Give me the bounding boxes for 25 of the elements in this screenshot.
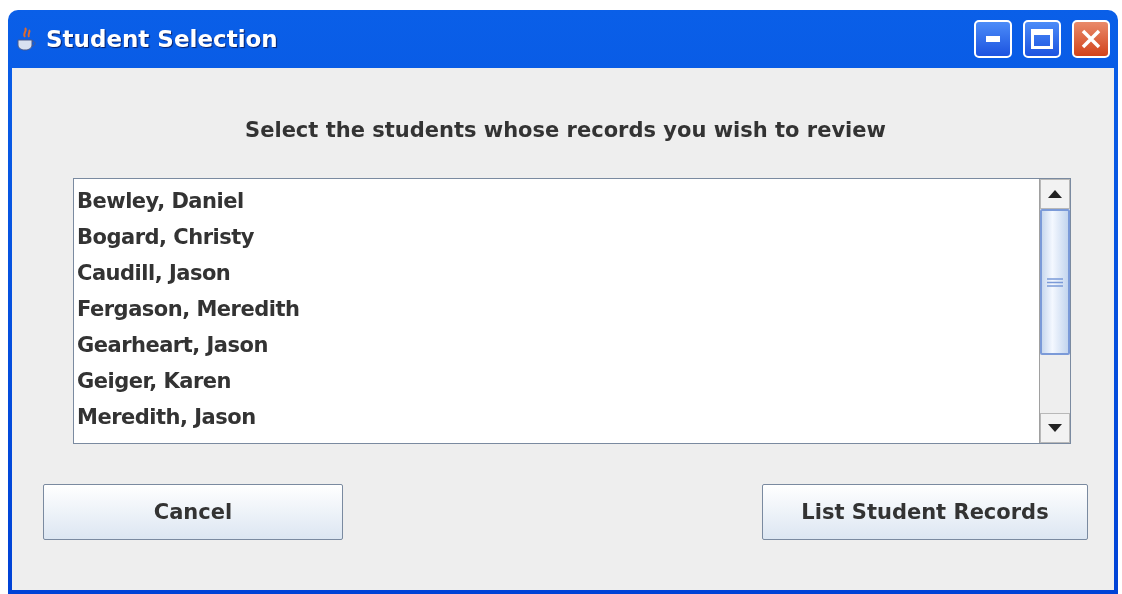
student-list-item[interactable]: Caudill, Jason [74,255,231,291]
student-list-item[interactable]: Fergason, Meredith [74,291,300,327]
list-records-button[interactable]: List Student Records [762,484,1088,540]
scroll-down-button[interactable] [1040,413,1070,443]
minimize-button[interactable] [974,20,1012,58]
student-list-item[interactable]: Bogard, Christy [74,219,254,255]
minimize-icon [986,36,1000,42]
student-list-item[interactable]: Geiger, Karen [74,363,231,399]
maximize-icon [1031,29,1053,49]
down-arrow-icon [1048,424,1062,432]
up-arrow-icon [1048,190,1062,198]
close-icon [1081,29,1101,49]
window-title: Student Selection [46,26,279,52]
maximize-button[interactable] [1023,20,1061,58]
java-cup-icon [16,26,38,52]
close-button[interactable] [1072,20,1110,58]
instruction-text: Select the students whose records you wish to review [244,118,887,144]
cancel-button[interactable]: Cancel [43,484,343,540]
scroll-up-button[interactable] [1040,179,1070,209]
grip-icon [1047,277,1063,287]
student-list-item[interactable]: Meredith, Jason [74,399,256,435]
student-list-item[interactable]: Gearheart, Jason [74,327,268,363]
student-list-item[interactable]: Bewley, Daniel [74,183,244,219]
scroll-thumb[interactable] [1040,209,1070,355]
scrollbar[interactable] [1039,179,1070,443]
